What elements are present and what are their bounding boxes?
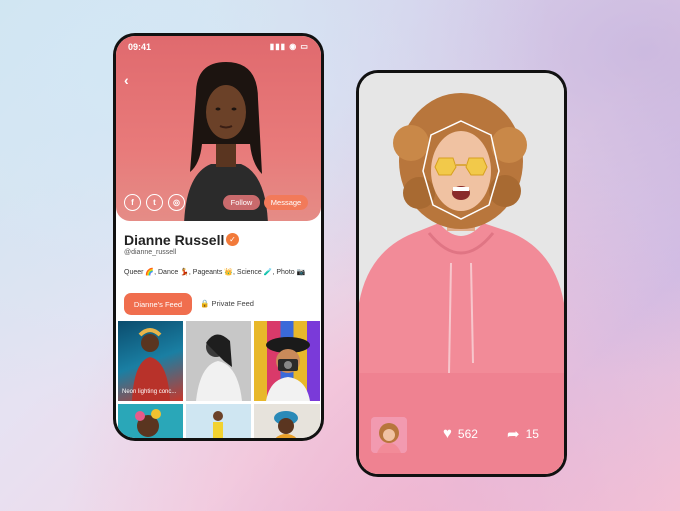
tab-private-feed[interactable]: 🔒 Private Feed xyxy=(200,299,254,308)
likes-counter[interactable]: ♥ 562 xyxy=(443,425,478,442)
back-chevron-icon[interactable]: ‹ xyxy=(124,72,129,88)
follow-button[interactable]: Follow xyxy=(223,195,260,210)
private-feed-label: Private Feed xyxy=(211,299,254,308)
share-count: 15 xyxy=(525,427,539,441)
feed-tile[interactable] xyxy=(118,404,183,438)
instagram-icon[interactable]: ◎ xyxy=(168,194,185,211)
feed-tile[interactable] xyxy=(186,404,251,438)
tile-caption: Neon lighting conc... xyxy=(122,389,177,395)
likes-count: 562 xyxy=(457,426,478,441)
lock-icon: 🔒 xyxy=(200,299,210,308)
tile-photo xyxy=(196,334,242,401)
share-counter[interactable]: ➦ 15 xyxy=(507,425,539,443)
profile-hero: 09:41 ▮▮▮ ◉ ▭ ‹ f t ◎ Follow Message xyxy=(116,36,321,221)
tile-photo xyxy=(266,337,310,401)
feed-tile[interactable] xyxy=(254,404,320,438)
facebook-icon[interactable]: f xyxy=(124,194,141,211)
feed-tile[interactable] xyxy=(186,321,251,401)
status-bar: 09:41 ▮▮▮ ◉ ▭ xyxy=(128,42,309,54)
profile-name: Dianne Russell xyxy=(124,232,225,248)
video-frame xyxy=(359,73,564,474)
share-arrow-icon: ➦ xyxy=(507,426,520,443)
profile-handle: @dianne_russell xyxy=(124,249,177,256)
tab-dianne-feed[interactable]: Dianne's Feed xyxy=(124,293,192,315)
signal-wifi-battery-icon: ▮▮▮ ◉ ▭ xyxy=(269,42,309,51)
background xyxy=(0,0,680,511)
video-screen: ♥ 562 ➦ 15 xyxy=(359,73,564,474)
message-button[interactable]: Message xyxy=(264,195,308,210)
tile-photo xyxy=(135,409,161,437)
profile-interests: Queer 🌈, Dance 💃, Pageants 👑, Science 🧪,… xyxy=(124,269,306,276)
social-links: f t ◎ xyxy=(124,194,185,211)
status-time: 09:41 xyxy=(128,42,152,52)
avatar-thumbnail[interactable] xyxy=(371,417,407,453)
avatar xyxy=(371,417,407,453)
tile-photo xyxy=(274,411,298,438)
tile-photo xyxy=(213,411,223,438)
feed-tile[interactable]: Neon lighting conc... xyxy=(118,321,183,401)
heart-icon: ♥ xyxy=(443,425,452,442)
video-phone: ♥ 562 ➦ 15 xyxy=(356,70,567,477)
verified-badge-icon: ✓ xyxy=(226,233,239,246)
twitter-icon[interactable]: t xyxy=(146,194,163,211)
profile-screen: 09:41 ▮▮▮ ◉ ▭ ‹ f t ◎ Follow Message Dia… xyxy=(116,36,321,438)
profile-phone: 09:41 ▮▮▮ ◉ ▭ ‹ f t ◎ Follow Message Dia… xyxy=(113,33,324,441)
feed-tile[interactable] xyxy=(254,321,320,401)
